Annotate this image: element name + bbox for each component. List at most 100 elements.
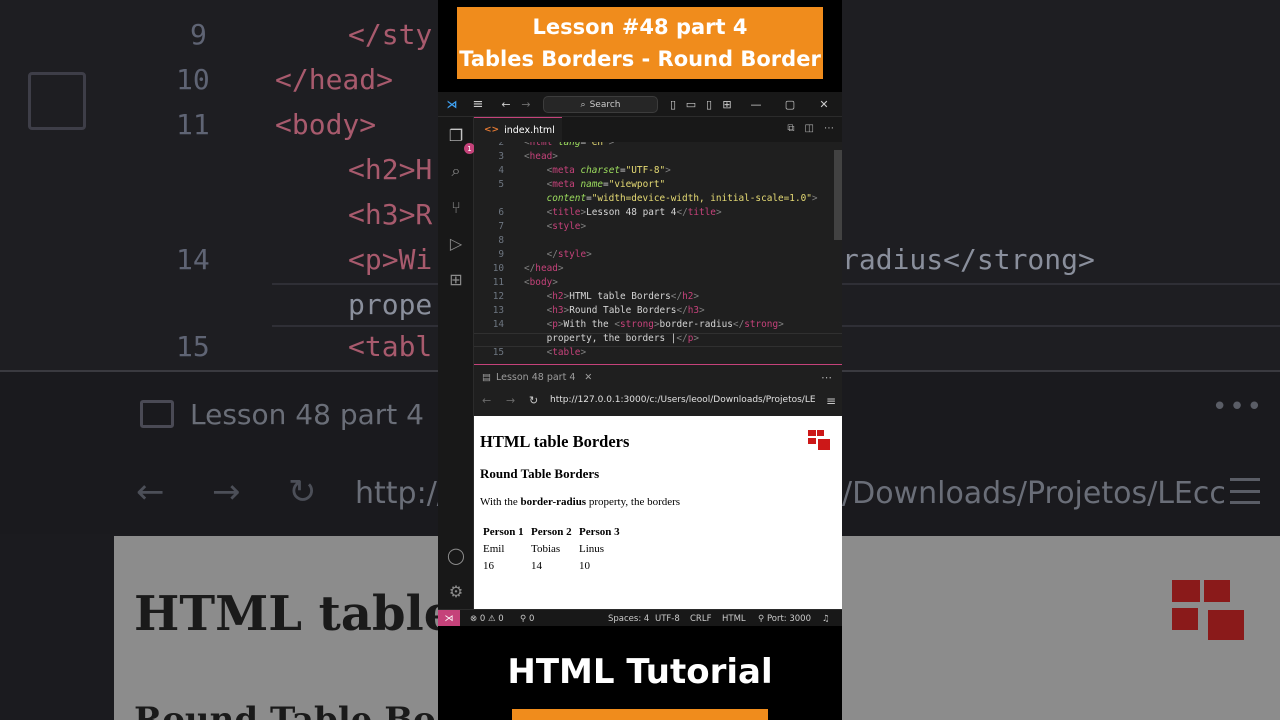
editor-tabs: <> index.html ⧉ ◫ ⋯ xyxy=(474,117,842,142)
background-left-mirror: 9 10 11 14 15 </sty </head> <body> <h2>H… xyxy=(0,0,438,720)
search-view-icon[interactable]: ⌕ xyxy=(446,161,466,181)
bg-line-number: 15 xyxy=(176,330,210,363)
line-code: <meta name="viewport" xyxy=(546,179,666,190)
bg-line-number: 10 xyxy=(176,63,210,96)
browser-reload-icon[interactable]: ↻ xyxy=(529,394,538,407)
line-code: property, the borders |</p> xyxy=(524,333,700,344)
code-line[interactable]: 10 </head> xyxy=(474,262,842,276)
preview-paragraph: With the border-radius property, the bor… xyxy=(480,496,681,508)
bg-current-line xyxy=(842,283,1280,327)
bg-code-text: <body> xyxy=(275,108,377,141)
forward-icon[interactable]: → xyxy=(518,92,534,117)
browser-forward-icon[interactable]: → xyxy=(506,394,515,407)
live-server-status[interactable]: ⚲ Port: 3000 xyxy=(758,610,811,626)
code-line[interactable]: 8 xyxy=(474,234,842,248)
source-control-icon[interactable]: ⑂ xyxy=(446,197,466,217)
table-cell: 16 xyxy=(483,559,494,572)
extensions-icon[interactable]: ⊞ xyxy=(446,269,466,289)
activity-bar: ❐ 1 ⌕ ⑂ ▷ ⊞ ◯ ⚙ xyxy=(438,117,475,609)
line-code: content="width=device-width, initial-sca… xyxy=(546,193,818,204)
eol-status[interactable]: CRLF xyxy=(690,610,711,626)
close-button[interactable]: ✕ xyxy=(816,92,832,117)
line-number: 13 xyxy=(492,305,504,316)
table-row: 16 14 10 xyxy=(482,558,624,573)
background-right-mirror: radius</strong> ••• /Downloads/Projetos/… xyxy=(842,0,1280,720)
line-number: 10 xyxy=(492,263,504,274)
browser-nav: ← → ↻ http://127.0.0.1:3000/c:/Users/leo… xyxy=(474,389,842,416)
table-row: Emil Tobias Linus xyxy=(482,541,624,556)
table-header-cell: Person 3 xyxy=(579,525,620,538)
code-line[interactable]: 2 <html lang="en"> xyxy=(474,142,842,150)
line-number: 4 xyxy=(498,165,504,176)
run-debug-icon[interactable]: ▷ xyxy=(446,233,466,253)
menu-icon[interactable]: ≡ xyxy=(468,92,488,117)
code-line[interactable]: 9 </style> xyxy=(474,248,842,262)
code-line[interactable]: 15 <table> xyxy=(474,346,842,360)
search-icon: ⌕ xyxy=(580,99,586,110)
bg-line-number: 14 xyxy=(176,243,210,276)
settings-gear-icon[interactable]: ⚙ xyxy=(446,581,466,601)
remote-indicator-icon[interactable]: ⋊ xyxy=(438,610,460,626)
line-number: 12 xyxy=(492,291,504,302)
bg-panel-bar: ••• xyxy=(842,370,1280,454)
split-editor-icon[interactable]: ◫ xyxy=(805,123,814,134)
customize-layout-icon[interactable]: ⊞ xyxy=(720,92,734,117)
panel-more-icon[interactable]: ⋯ xyxy=(821,371,832,384)
encoding-status[interactable]: UTF-8 xyxy=(655,610,680,626)
tab-index-html[interactable]: <> index.html xyxy=(474,117,562,142)
account-icon[interactable]: ◯ xyxy=(446,545,466,565)
line-code: <p>With the <strong>border-radius</stron… xyxy=(546,319,784,330)
code-line[interactable]: 5 <meta name="viewport" xyxy=(474,178,842,192)
code-line[interactable]: content="width=device-width, initial-sca… xyxy=(474,192,842,206)
bg-code-text: prope xyxy=(348,288,433,321)
line-number: 9 xyxy=(498,249,504,260)
lesson-banner: Lesson #48 part 4 Tables Borders - Round… xyxy=(457,7,823,79)
bg-menu-icon xyxy=(1230,478,1260,504)
notifications-bell-icon[interactable]: ♫ xyxy=(822,610,830,626)
minimize-button[interactable]: — xyxy=(748,92,764,117)
line-number: 5 xyxy=(498,179,504,190)
table-header-cell: Person 1 xyxy=(483,525,524,538)
browser-back-icon[interactable]: ← xyxy=(482,394,491,407)
bg-url: http:// xyxy=(355,476,438,511)
table-cell: Linus xyxy=(579,542,605,555)
bg-preview-icon xyxy=(140,400,174,428)
bg-preview xyxy=(842,536,1280,720)
bg-code-text: radius</strong> xyxy=(842,243,1095,276)
language-status[interactable]: HTML xyxy=(722,610,746,626)
code-line[interactable]: 14 <p>With the <strong>border-radius</st… xyxy=(474,318,842,332)
code-line[interactable]: 4 <meta charset="UTF-8"> xyxy=(474,164,842,178)
problems-status[interactable]: ⊗ 0 ⚠ 0 xyxy=(470,610,504,626)
ports-status[interactable]: ⚲ 0 xyxy=(520,610,534,626)
code-line[interactable]: 6 <title>Lesson 48 part 4</title> xyxy=(474,206,842,220)
browser-menu-icon[interactable]: ≡ xyxy=(826,394,836,408)
status-bar: ⋊ ⊗ 0 ⚠ 0 ⚲ 0 Spaces: 4 UTF-8 CRLF HTML … xyxy=(438,609,842,626)
open-preview-icon[interactable]: ⧉ xyxy=(787,123,794,134)
command-search[interactable]: ⌕ Search xyxy=(543,96,658,113)
indentation-status[interactable]: Spaces: 4 xyxy=(608,610,649,626)
back-icon[interactable]: ← xyxy=(498,92,514,117)
explorer-icon[interactable]: ❐ 1 xyxy=(446,125,475,154)
toggle-sidebar-icon[interactable]: ▯ xyxy=(666,92,680,117)
close-panel-tab-icon[interactable]: ✕ xyxy=(584,372,592,383)
preview-table: Person 1 Person 2 Person 3 Emil Tobias L… xyxy=(480,522,626,575)
toggle-panel-icon[interactable]: ▭ xyxy=(684,92,698,117)
code-editor[interactable]: 2 <html lang="en"> 3 <head> 4 <meta charset=… xyxy=(474,142,842,364)
title-bar: ⋊ ≡ ← → ⌕ Search ▯ ▭ ▯ ⊞ — ▢ ✕ xyxy=(438,92,842,117)
more-actions-icon[interactable]: ⋯ xyxy=(824,123,834,134)
toggle-secondary-sidebar-icon[interactable]: ▯ xyxy=(702,92,716,117)
tab-simple-browser[interactable]: ▤ Lesson 48 part 4 ✕ xyxy=(474,372,592,383)
maximize-button[interactable]: ▢ xyxy=(782,92,798,117)
code-line[interactable]: 7 <style> xyxy=(474,220,842,234)
bg-more-icon: ••• xyxy=(1212,392,1265,422)
code-line[interactable]: 11 <body> xyxy=(474,276,842,290)
vscode-window: ⋊ ≡ ← → ⌕ Search ▯ ▭ ▯ ⊞ — ▢ ✕ ❐ 1 ⌕ ⑂ ▷… xyxy=(438,92,842,626)
code-line[interactable]: property, the borders |</p> xyxy=(474,332,842,346)
bg-code-text: <h3>R xyxy=(348,198,433,231)
code-line[interactable]: 3 <head> xyxy=(474,150,842,164)
bg-code-text: </head> xyxy=(275,63,394,96)
code-line[interactable]: 13 <h3>Round Table Borders</h3> xyxy=(474,304,842,318)
browser-url-input[interactable]: http://127.0.0.1:3000/c:/Users/leool/Dow… xyxy=(550,395,815,405)
code-line[interactable]: 12 <h2>HTML table Borders</h2> xyxy=(474,290,842,304)
line-number: 7 xyxy=(498,221,504,232)
